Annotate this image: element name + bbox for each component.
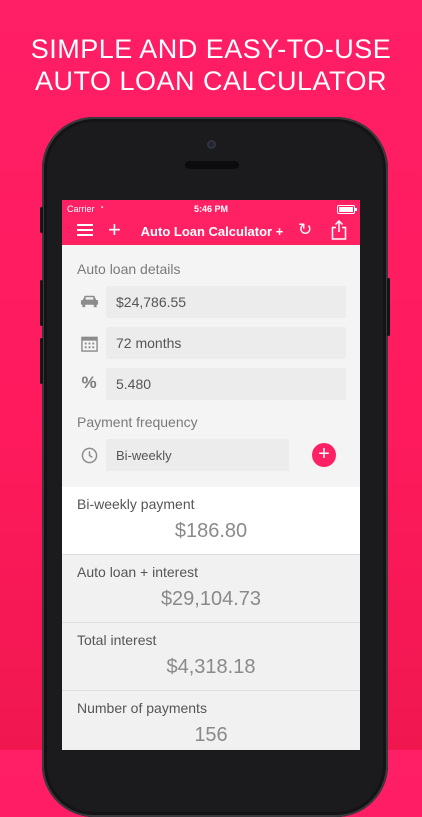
payment-frequency-value: Bi-weekly	[116, 448, 172, 463]
result-label: Number of payments	[77, 700, 207, 716]
page-title: Auto Loan Calculator +	[140, 224, 284, 239]
result-label: Auto loan + interest	[77, 564, 199, 580]
auto-loan-details-label: Auto loan details	[77, 261, 181, 277]
status-time: 5:46 PM	[193, 204, 228, 214]
navigation-bar: + Auto Loan Calculator + ↻	[62, 216, 360, 245]
plus-icon[interactable]: +	[108, 219, 121, 241]
payment-frequency-label: Payment frequency	[77, 414, 198, 430]
interest-rate-value: 5.480	[116, 376, 152, 392]
loan-term-value: 72 months	[116, 335, 182, 351]
status-bar: Carrier ◔ 5:46 PM	[62, 200, 360, 216]
result-card-total: Auto loan + interest $29,104.73	[62, 555, 360, 622]
result-value: $29,104.73	[160, 588, 262, 610]
battery-icon	[337, 205, 357, 214]
result-card-payments-count: Number of payments 156	[62, 691, 360, 750]
result-card-payment: Bi-weekly payment $186.80	[62, 487, 360, 554]
promo-headline-line1: SIMPLE AND EASY-TO-USE	[30, 34, 392, 64]
clock-icon	[78, 444, 100, 466]
earpiece-speaker	[185, 161, 239, 169]
phone-volume-down	[40, 338, 43, 384]
interest-rate-field[interactable]: 5.480	[106, 368, 346, 400]
loan-term-field[interactable]: 72 months	[106, 327, 346, 359]
front-camera	[207, 140, 216, 149]
result-label: Total interest	[77, 632, 157, 648]
app-header: Carrier ◔ 5:46 PM + Auto Loan Calculator…	[62, 200, 360, 245]
calendar-icon	[78, 332, 100, 354]
phone-volume-up	[40, 280, 43, 326]
promo-headline-line2: AUTO LOAN CALCULATOR	[34, 66, 388, 96]
result-value: $186.80	[174, 520, 248, 542]
loan-amount-value: $24,786.55	[116, 294, 187, 310]
phone-mute-switch	[40, 207, 43, 233]
app-screen: Carrier ◔ 5:46 PM + Auto Loan Calculator…	[62, 200, 360, 750]
result-value: $4,318.18	[166, 656, 256, 678]
result-card-interest: Total interest $4,318.18	[62, 623, 360, 690]
percent-icon: %	[81, 373, 97, 392]
phone-power-button	[387, 278, 390, 336]
share-icon[interactable]	[330, 220, 348, 240]
add-icon[interactable]: +	[312, 443, 336, 467]
refresh-icon[interactable]: ↻	[298, 221, 312, 239]
result-label: Bi-weekly payment	[77, 496, 195, 512]
menu-icon[interactable]	[77, 224, 93, 236]
result-value: 156	[194, 724, 228, 746]
loan-amount-field[interactable]: $24,786.55	[106, 286, 346, 318]
payment-frequency-select[interactable]: Bi-weekly	[106, 439, 289, 471]
car-icon	[78, 290, 100, 312]
